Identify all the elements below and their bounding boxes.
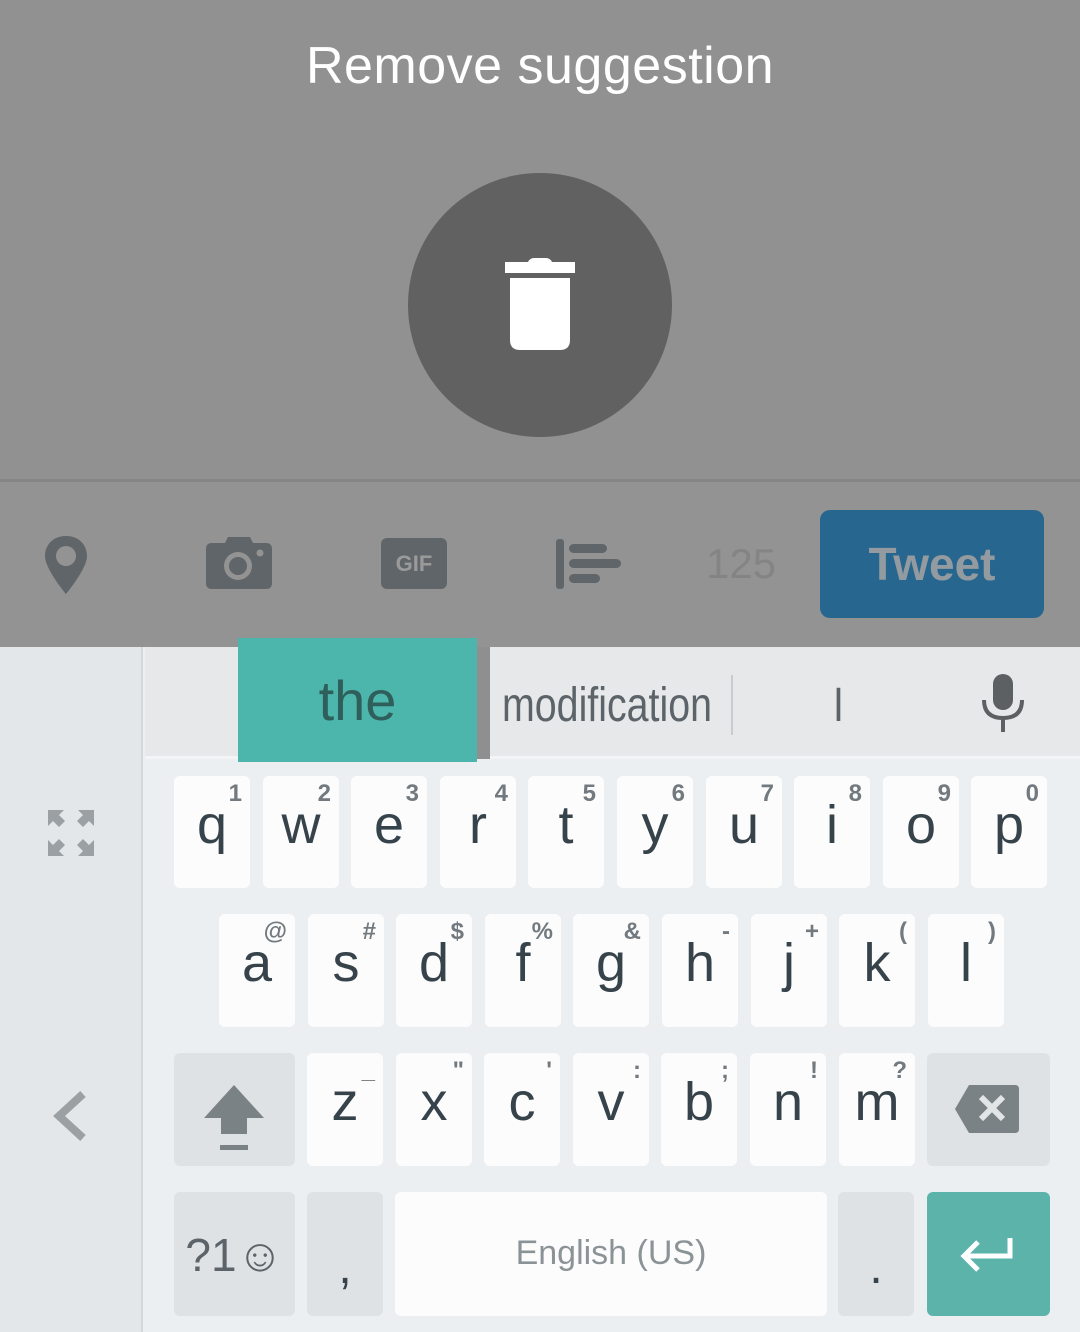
key-label: o xyxy=(905,795,937,855)
key-f[interactable]: % f xyxy=(485,914,561,1027)
enter-key[interactable] xyxy=(927,1192,1050,1316)
period-label: . xyxy=(869,1241,883,1294)
key-s[interactable]: # s xyxy=(308,914,384,1027)
key-label: r xyxy=(469,795,487,855)
key-c[interactable]: ' c xyxy=(484,1053,560,1166)
backspace-key[interactable] xyxy=(927,1053,1050,1166)
backspace-icon xyxy=(955,1085,1019,1133)
key-label: k xyxy=(863,933,891,993)
key-label: q xyxy=(196,795,228,855)
key-m[interactable]: ? m xyxy=(839,1053,915,1166)
expand-icon[interactable] xyxy=(46,808,96,863)
remove-suggestion-overlay: Remove suggestion xyxy=(0,0,1080,480)
tweet-button[interactable]: Tweet xyxy=(820,510,1044,618)
key-i[interactable]: 8i xyxy=(794,776,870,888)
key-k[interactable]: (k xyxy=(839,914,915,1027)
comma-key[interactable]: , xyxy=(307,1192,383,1316)
space-key[interactable]: English (US) xyxy=(395,1192,827,1316)
key-label: i xyxy=(826,795,838,855)
key-g[interactable]: & g xyxy=(573,914,649,1027)
key-label: f xyxy=(515,933,531,993)
suggestion-drag-shadow xyxy=(477,647,490,759)
comma-label: , xyxy=(338,1241,352,1294)
remove-suggestion-button[interactable] xyxy=(408,173,672,437)
key-label: y xyxy=(641,795,669,855)
keyboard-side-panel xyxy=(0,647,143,1332)
shift-key[interactable] xyxy=(174,1053,295,1166)
key-label: c xyxy=(508,1072,536,1132)
overlay-title: Remove suggestion xyxy=(305,37,775,95)
space-label: English (US) xyxy=(515,1234,707,1272)
key-u[interactable]: 7u xyxy=(706,776,782,888)
symbols-key[interactable]: ?1☺ xyxy=(174,1192,295,1316)
key-label: u xyxy=(728,795,760,855)
key-label: g xyxy=(595,933,627,993)
key-label: a xyxy=(241,933,273,993)
key-h[interactable]: -h xyxy=(662,914,738,1027)
suggestion-the[interactable]: the xyxy=(238,638,477,762)
key-w[interactable]: 2w xyxy=(263,776,339,888)
key-label: h xyxy=(684,933,716,993)
shift-icon xyxy=(204,1085,264,1150)
key-label: v xyxy=(597,1072,625,1132)
gif-label: GIF xyxy=(395,550,433,576)
key-e[interactable]: 3e xyxy=(351,776,427,888)
character-counter: 125 xyxy=(706,540,777,587)
key-label: m xyxy=(854,1072,900,1132)
key-label: e xyxy=(373,795,405,855)
key-t[interactable]: 5t xyxy=(528,776,604,888)
key-l[interactable]: ) l xyxy=(928,914,1004,1027)
trash-icon xyxy=(505,258,575,350)
key-label: t xyxy=(558,795,574,855)
gif-icon[interactable]: GIF xyxy=(381,538,447,589)
key-o[interactable]: 9o xyxy=(883,776,959,888)
microphone-icon[interactable] xyxy=(980,674,1026,737)
key-label: n xyxy=(772,1072,804,1132)
screen: Remove suggestion GIF 125 Tweet the modi… xyxy=(0,0,1080,1332)
suggestion-label: the xyxy=(318,668,397,732)
poll-icon[interactable] xyxy=(556,539,622,594)
key-label: d xyxy=(418,933,450,993)
key-y[interactable]: 6y xyxy=(617,776,693,888)
key-d[interactable]: $ d xyxy=(396,914,472,1027)
key-r[interactable]: 4r xyxy=(440,776,516,888)
suggestion-modification[interactable]: modification xyxy=(502,678,712,733)
key-p[interactable]: 0p xyxy=(971,776,1047,888)
key-z[interactable]: _ z xyxy=(307,1053,383,1166)
key-label: s xyxy=(332,933,360,993)
key-label: x xyxy=(420,1072,448,1132)
key-v[interactable]: :v xyxy=(573,1053,649,1166)
key-label: p xyxy=(993,795,1025,855)
enter-icon xyxy=(960,1238,1013,1272)
symbols-label: ?1☺ xyxy=(185,1229,284,1281)
key-x[interactable]: " x xyxy=(396,1053,472,1166)
key-a[interactable]: @ a xyxy=(219,914,295,1027)
key-q[interactable]: 1q xyxy=(174,776,250,888)
key-j[interactable]: + j xyxy=(751,914,827,1027)
period-key[interactable]: . xyxy=(838,1192,914,1316)
camera-icon[interactable] xyxy=(206,537,272,594)
key-label: l xyxy=(960,933,972,993)
key-b[interactable]: ; b xyxy=(661,1053,737,1166)
key-label: w xyxy=(281,795,321,855)
suggestion-i[interactable]: I xyxy=(833,678,844,733)
location-pin-icon[interactable] xyxy=(44,536,88,599)
key-n[interactable]: ! n xyxy=(750,1053,826,1166)
key-label: z xyxy=(331,1072,359,1132)
suggestion-separator xyxy=(731,675,733,735)
chevron-left-icon[interactable] xyxy=(53,1090,89,1147)
key-label: j xyxy=(783,933,795,993)
key-label: b xyxy=(683,1072,715,1132)
